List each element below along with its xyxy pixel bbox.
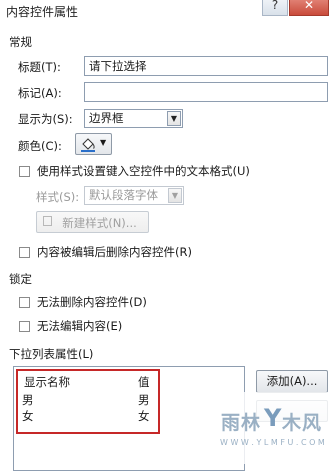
chevron-down-icon: ▼ bbox=[167, 111, 181, 126]
use-style-checkbox[interactable] bbox=[19, 166, 30, 177]
new-style-button[interactable]: 新建样式(N)... bbox=[36, 211, 149, 233]
paint-bucket-icon bbox=[81, 138, 95, 152]
use-style-label: 使用样式设置键入空控件中的文本格式(U) bbox=[37, 164, 250, 178]
show-as-select[interactable]: 边界框 ▼ bbox=[84, 109, 183, 128]
title-label: 标题(T): bbox=[18, 60, 61, 74]
new-style-label: 新建样式(N)... bbox=[62, 216, 137, 230]
chevron-down-icon: ▼ bbox=[100, 138, 107, 147]
add-item-button[interactable]: 添加(A)... bbox=[256, 370, 328, 393]
watermark-logo-icon: Y bbox=[264, 404, 282, 432]
cannot-edit-label: 无法编辑内容(E) bbox=[37, 319, 123, 333]
watermark-text-left: 雨林 bbox=[221, 412, 262, 434]
dropdown-heading: 下拉列表属性(L) bbox=[9, 347, 94, 361]
title-bar: 内容控件属性 ? ✕ bbox=[0, 0, 333, 22]
remove-when-edited-label: 内容被编辑后删除内容控件(R) bbox=[37, 245, 192, 259]
tag-label: 标记(A): bbox=[18, 86, 62, 100]
title-input[interactable]: 请下拉选择 bbox=[84, 56, 328, 76]
show-as-value: 边界框 bbox=[89, 111, 124, 125]
remove-when-edited-checkbox[interactable] bbox=[19, 247, 30, 258]
list-item-value[interactable]: 男 bbox=[138, 392, 150, 408]
list-item-value[interactable]: 女 bbox=[138, 408, 150, 424]
color-picker-button[interactable]: ▼ bbox=[75, 133, 112, 155]
window-title: 内容控件属性 bbox=[6, 5, 79, 19]
column-value[interactable]: 值 bbox=[138, 374, 150, 390]
watermark-url: W W W . Y L M F U . C O M bbox=[220, 438, 325, 447]
list-item-display[interactable]: 男 bbox=[22, 392, 34, 408]
help-button[interactable]: ? bbox=[262, 0, 288, 16]
style-label: 样式(S): bbox=[36, 190, 80, 204]
list-item-display[interactable]: 女 bbox=[22, 408, 34, 424]
cannot-delete-label: 无法删除内容控件(D) bbox=[37, 295, 147, 309]
watermark-text-right: 木风 bbox=[282, 412, 323, 434]
locking-heading: 锁定 bbox=[9, 272, 32, 286]
cannot-edit-checkbox[interactable] bbox=[19, 321, 30, 332]
chevron-down-icon: ▼ bbox=[168, 188, 182, 203]
watermark: 雨林 Y 木风 W W W . Y L M F U . C O M bbox=[218, 392, 330, 464]
color-label: 颜色(C): bbox=[18, 139, 62, 153]
style-select[interactable]: 默认段落字体 ▼ bbox=[84, 186, 184, 205]
column-display-name[interactable]: 显示名称 bbox=[24, 374, 70, 390]
general-heading: 常规 bbox=[9, 35, 32, 49]
show-as-label: 显示为(S): bbox=[18, 112, 73, 126]
tag-input[interactable] bbox=[84, 82, 328, 102]
style-value: 默认段落字体 bbox=[89, 188, 158, 202]
cannot-delete-checkbox[interactable] bbox=[19, 297, 30, 308]
dialog-body: 常规 标题(T): 请下拉选择 标记(A): 显示为(S): 边界框 ▼ 颜色(… bbox=[0, 22, 333, 471]
new-style-icon bbox=[43, 216, 52, 226]
close-button[interactable]: ✕ bbox=[289, 0, 329, 16]
